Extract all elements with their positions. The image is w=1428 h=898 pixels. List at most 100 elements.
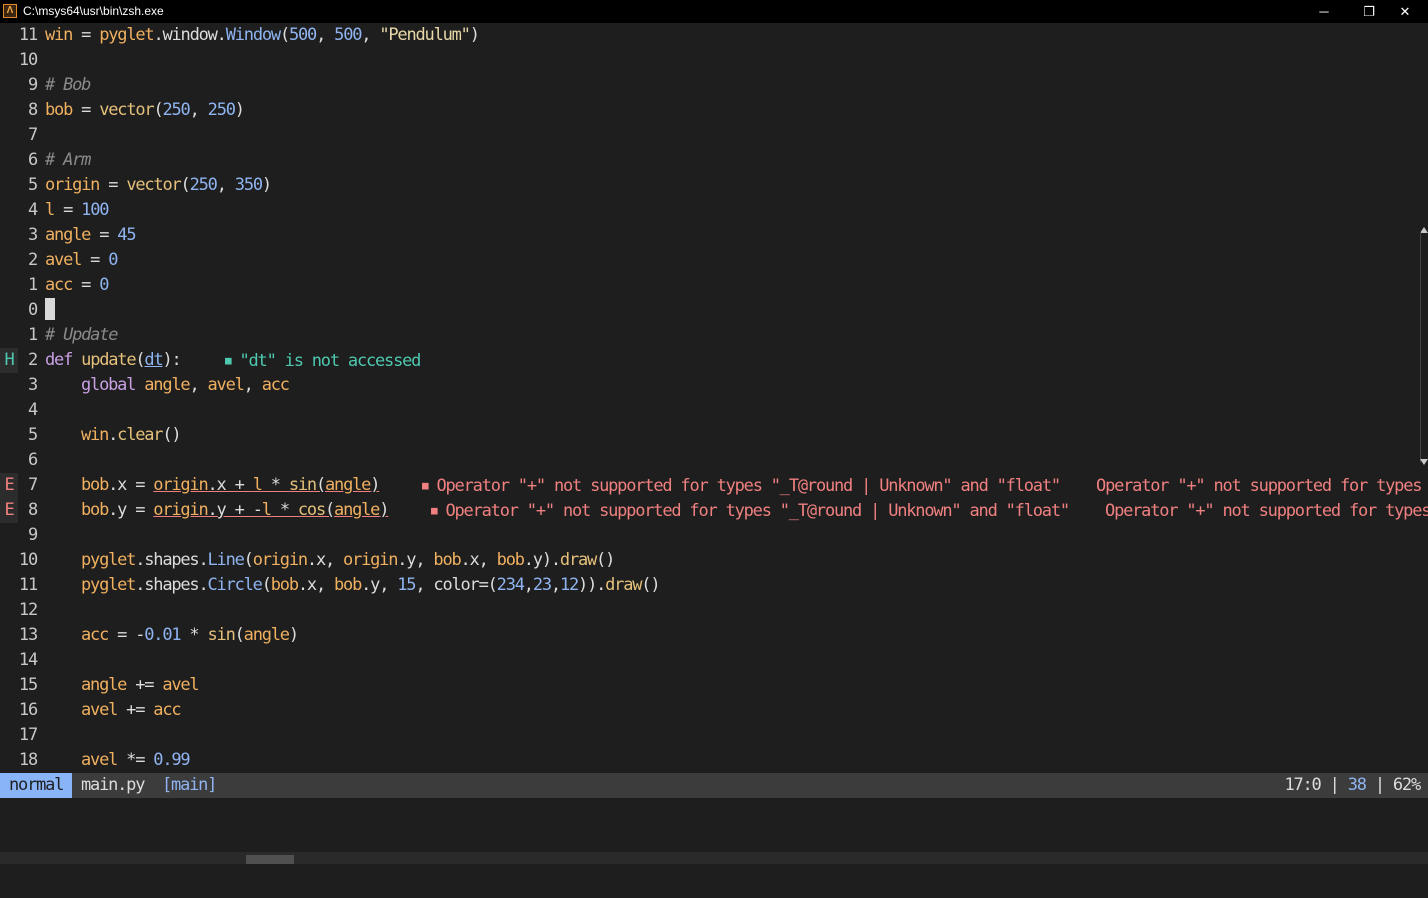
editor-buffer[interactable]: 11 win = pyglet.window.Window(500, 500, … (0, 23, 1428, 773)
line-number: 2 (27, 350, 38, 370)
code-line: 3 global angle, avel, acc (0, 373, 1428, 398)
code-line: 10 pyglet.shapes.Line(origin.x, origin.y… (0, 548, 1428, 573)
line-number: 7 (27, 475, 38, 495)
line-number: 14 (18, 650, 38, 670)
diagnostic-hint: ■ "dt" is not accessed (225, 351, 421, 371)
horizontal-scrollbar[interactable] (0, 852, 1428, 864)
line-number: 17 (18, 725, 38, 745)
code-line: 10 (0, 48, 1428, 73)
hint-square-icon: ■ (225, 354, 232, 367)
line-number: 5 (27, 175, 38, 195)
line-number: 4 (27, 400, 38, 420)
code-line: 15 angle += avel (0, 673, 1428, 698)
code-line: 12 (0, 598, 1428, 623)
code-line: 1 # Update (0, 323, 1428, 348)
code-text: angle += avel (81, 675, 200, 695)
code-line-current: 0 (0, 298, 1428, 323)
command-line[interactable] (0, 798, 1428, 852)
code-line: 5 origin = vector(250, 350) (0, 173, 1428, 198)
line-number: 8 (27, 100, 38, 120)
line-number: 10 (18, 50, 38, 70)
code-text: avel *= 0.99 (81, 750, 191, 770)
window-title: C:\msys64\usr\bin\zsh.exe (23, 4, 164, 18)
code-line: 3 angle = 45 (0, 223, 1428, 248)
code-line: 7 (0, 123, 1428, 148)
line-number: 10 (18, 550, 38, 570)
line-number: 16 (18, 700, 38, 720)
line-number: 2 (27, 250, 38, 270)
line-number: 6 (27, 150, 38, 170)
code-text: avel += acc (81, 700, 182, 720)
code-line: E 8 bob.y = origin.y + -l * cos(angle) ■… (0, 498, 1428, 523)
horizontal-scrollbar-thumb[interactable] (246, 855, 294, 864)
code-text: acc = 0 (45, 275, 109, 295)
comment: # Arm (45, 150, 91, 170)
diagnostic-error: ■ Operator "+" not supported for types "… (422, 476, 1422, 496)
scroll-percent: 62% (1392, 775, 1421, 795)
terminal-app-icon: Λ (3, 4, 17, 18)
code-line: 5 win.clear() (0, 423, 1428, 448)
code-line: 2 avel = 0 (0, 248, 1428, 273)
code-text: acc = -0.01 * sin(angle) (81, 625, 299, 645)
line-number: 18 (18, 750, 38, 770)
line-number: 1 (27, 275, 38, 295)
code-line: 11 pyglet.shapes.Circle(bob.x, bob.y, 15… (0, 573, 1428, 598)
code-text: win = pyglet.window.Window(500, 500, "Pe… (45, 25, 480, 45)
code-line: 13 acc = -0.01 * sin(angle) (0, 623, 1428, 648)
line-number: 9 (27, 75, 38, 95)
code-text (45, 298, 55, 324)
code-line: 6 (0, 448, 1428, 473)
line-number: 3 (27, 225, 38, 245)
code-text: pyglet.shapes.Circle(bob.x, bob.y, 15, c… (81, 575, 661, 595)
vertical-scrollbar[interactable] (1420, 232, 1428, 462)
code-line: 4 (0, 398, 1428, 423)
line-number: 1 (27, 325, 38, 345)
file-name: main.py (81, 775, 145, 795)
git-branch: [main] (162, 775, 217, 795)
line-number: 0 (27, 300, 38, 320)
comment: # Bob (45, 75, 91, 95)
line-number: 12 (18, 600, 38, 620)
code-text: bob.y = origin.y + -l * cos(angle) (81, 500, 389, 520)
comment: # Update (45, 325, 118, 345)
minimize-button[interactable]: ─ (1301, 0, 1347, 23)
code-line: 17 (0, 723, 1428, 748)
code-text: l = 100 (45, 200, 109, 220)
line-number: 15 (18, 675, 38, 695)
code-text: global angle, avel, acc (81, 375, 290, 395)
code-text: pyglet.shapes.Line(origin.x, origin.y, b… (81, 550, 615, 570)
code-line: E 7 bob.x = origin.x + l * sin(angle) ■ … (0, 473, 1428, 498)
line-number: 9 (27, 525, 38, 545)
line-number: 11 (18, 25, 38, 45)
code-text: win.clear() (81, 425, 182, 445)
status-line: normal main.py [main] 17:0 | 38 | 62% (0, 773, 1428, 798)
code-line: 6 # Arm (0, 148, 1428, 173)
code-line: 9 # Bob (0, 73, 1428, 98)
code-text: bob = vector(250, 250) (45, 100, 245, 120)
code-line: 11 win = pyglet.window.Window(500, 500, … (0, 23, 1428, 48)
line-number: 8 (27, 500, 38, 520)
window-titlebar: Λ C:\msys64\usr\bin\zsh.exe ─ ❐ ✕ (0, 0, 1428, 23)
line-number: 7 (27, 125, 38, 145)
code-line: H 2 def update(dt): ■ "dt" is not access… (0, 348, 1428, 373)
line-count: 38 (1347, 775, 1367, 795)
scroll-down-arrow-icon[interactable] (1420, 459, 1428, 465)
text-cursor (45, 298, 55, 320)
line-number: 6 (27, 450, 38, 470)
code-line: 14 (0, 648, 1428, 673)
line-number: 3 (27, 375, 38, 395)
error-square-icon: ■ (422, 479, 429, 492)
line-number: 4 (27, 200, 38, 220)
code-line: 18 avel *= 0.99 (0, 748, 1428, 773)
line-number: 13 (18, 625, 38, 645)
close-button[interactable]: ✕ (1382, 0, 1428, 23)
code-line: 4 l = 100 (0, 198, 1428, 223)
code-text: angle = 45 (45, 225, 137, 245)
code-text: origin = vector(250, 350) (45, 175, 272, 195)
code-text: bob.x = origin.x + l * sin(angle) (81, 475, 380, 495)
code-line: 1 acc = 0 (0, 273, 1428, 298)
mode-indicator: normal (0, 773, 73, 798)
code-line: 8 bob = vector(250, 250) (0, 98, 1428, 123)
code-text: avel = 0 (45, 250, 119, 270)
line-number: 11 (18, 575, 38, 595)
